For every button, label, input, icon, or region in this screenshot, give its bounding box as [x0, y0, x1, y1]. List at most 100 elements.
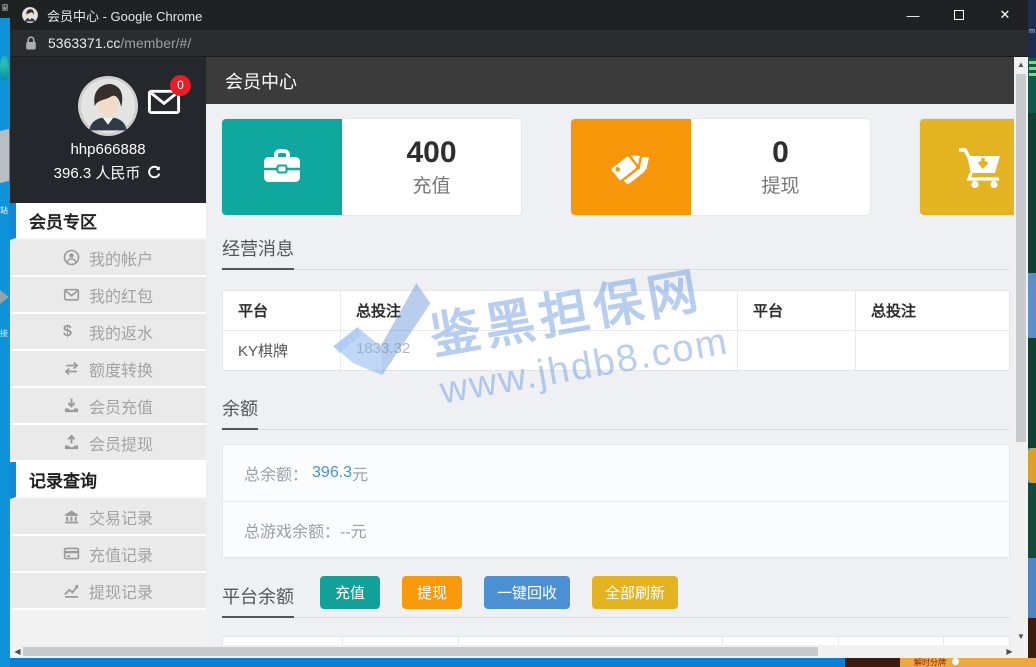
stat-card-deposit: 400 充值 — [222, 119, 521, 215]
deposit-icon — [63, 397, 80, 414]
background-window-right: m — [1028, 0, 1036, 667]
sidebar-item-label: 交易记录 — [89, 505, 153, 529]
balance-panel: 总余额： 396.3 元 总游戏余额： --元 — [222, 444, 1010, 558]
table-cell-total-bet: 1833.32 — [341, 331, 738, 370]
vertical-scrollbar-thumb[interactable] — [1016, 74, 1026, 442]
background-fragment — [1028, 618, 1036, 660]
lock-icon — [23, 35, 39, 51]
sidebar-item-label: 我的帐户 — [89, 246, 153, 270]
sidebar-item-deposit-records[interactable]: 充值记录 — [10, 536, 206, 573]
column-header: 总投注 — [341, 291, 738, 331]
withdraw-icon — [63, 434, 80, 451]
withdraw-button[interactable]: 提现 — [402, 576, 462, 609]
background-window-bottom: 解时分牌 — [10, 658, 1036, 667]
table-cell-total-bet — [856, 331, 1009, 370]
card-label: 充值 — [412, 171, 450, 198]
minimize-button[interactable]: — — [890, 0, 936, 30]
platform-actions: 充值 提现 一键回收 全部刷新 — [320, 576, 678, 617]
stat-cards: 400 充值 0 提现 — [222, 119, 1014, 215]
total-balance-suffix: 元 — [352, 461, 368, 485]
background-fragment — [1028, 58, 1036, 113]
browser-titlebar: 会员中心 - Google Chrome — ✕ — [10, 0, 1028, 30]
horizontal-scrollbar-thumb[interactable] — [23, 647, 818, 656]
page-title: 会员中心 — [225, 68, 297, 94]
mail-badge: 0 — [170, 75, 191, 96]
scroll-right-arrow[interactable]: ▶ — [1003, 645, 1016, 658]
section-balance: 余额 — [222, 395, 1010, 430]
sidebar-item-label: 我的红包 — [89, 283, 153, 307]
sidebar-item-withdraw-records[interactable]: 提现记录 — [10, 573, 206, 610]
background-fragment — [1028, 113, 1036, 273]
scroll-up-arrow[interactable]: ▲ — [1014, 58, 1028, 72]
platform-balance-table: 平台 余额 操作 平台 余额 操作 — [222, 636, 1010, 645]
stat-card-third — [920, 119, 1014, 215]
content-area: 400 充值 0 提现 — [206, 104, 1014, 645]
background-fragment-text: 接 — [0, 328, 8, 339]
sidebar-item-withdraw[interactable]: 会员提现 — [10, 425, 206, 462]
total-balance-value: 396.3 — [312, 464, 352, 482]
background-banner: 解时分牌 — [900, 658, 1036, 667]
background-fragment — [1028, 483, 1036, 558]
background-window-left: 窗 站 接 — [0, 0, 10, 667]
user-icon — [63, 249, 80, 266]
business-table: 平台 总投注 平台 总投注 KY棋牌 1833.32 — [222, 290, 1010, 371]
sidebar-item-transactions[interactable]: 交易记录 — [10, 499, 206, 536]
section-title: 经营消息 — [222, 235, 294, 270]
sidebar-item-label: 充值记录 — [89, 542, 153, 566]
sidebar-item-redpacket[interactable]: 我的红包 — [10, 277, 206, 314]
credit-card-icon — [63, 545, 80, 562]
section-platform-balance: 平台余额 充值 提现 一键回收 全部刷新 — [222, 576, 1010, 618]
game-balance-value: --元 — [340, 518, 367, 542]
background-fragment — [1028, 448, 1036, 483]
scroll-down-arrow[interactable]: ▼ — [1014, 630, 1028, 644]
background-fragment — [0, 129, 9, 183]
sidebar-item-deposit[interactable]: 会员充值 — [10, 388, 206, 425]
background-fragment — [1028, 558, 1036, 618]
exchange-icon — [63, 360, 80, 377]
background-fragment — [845, 658, 900, 667]
column-header: 操作 — [944, 637, 1009, 645]
sidebar: 0 hhp666888 396.3 人民币 会员专区 我的帐户 我的红包 — [10, 57, 206, 645]
card-body: 400 充值 — [342, 119, 521, 215]
card-body: 0 提现 — [691, 119, 870, 215]
wallet-balance: 396.3 人民币 — [54, 162, 141, 183]
card-icon-block — [571, 119, 691, 215]
vertical-scrollbar[interactable]: ▲ ▼ — [1014, 57, 1028, 645]
background-fragment — [1028, 273, 1036, 338]
tags-icon — [605, 141, 657, 193]
sidebar-section-member-zone: 会员专区 — [10, 203, 206, 240]
sidebar-item-transfer[interactable]: 额度转换 — [10, 351, 206, 388]
column-header: 平台 — [223, 637, 343, 645]
browser-urlbar[interactable]: 5363371.cc/member/#/ — [10, 30, 1028, 57]
table-cell-platform: KY棋牌 — [223, 331, 341, 370]
card-value: 0 — [772, 136, 789, 170]
background-fragment — [0, 55, 9, 81]
sidebar-item-label: 提现记录 — [89, 579, 153, 603]
deposit-button[interactable]: 充值 — [320, 576, 380, 609]
stat-card-withdraw: 0 提现 — [571, 119, 870, 215]
briefcase-icon — [256, 141, 308, 193]
envelope-icon — [63, 286, 80, 303]
maximize-button[interactable] — [936, 0, 982, 30]
table-cell-platform — [738, 331, 856, 370]
game-balance-label: 总游戏余额： — [244, 518, 340, 542]
avatar[interactable] — [78, 76, 138, 136]
sidebar-item-label: 我的返水 — [89, 320, 153, 344]
column-header: 余额 — [343, 637, 459, 645]
one-key-recycle-button[interactable]: 一键回收 — [484, 576, 570, 609]
sidebar-item-account[interactable]: 我的帐户 — [10, 240, 206, 277]
card-label: 提现 — [761, 171, 799, 198]
sidebar-item-rebate[interactable]: $ 我的返水 — [10, 314, 206, 351]
close-button[interactable]: ✕ — [982, 0, 1028, 30]
chart-line-icon — [63, 582, 80, 599]
refresh-all-button[interactable]: 全部刷新 — [592, 576, 678, 609]
url-text[interactable]: 5363371.cc/member/#/ — [48, 35, 191, 51]
main-panel: 会员中心 400 充值 — [206, 57, 1014, 645]
background-fragment-text: 窗 — [0, 0, 10, 18]
horizontal-scrollbar[interactable]: ◀ ▶ — [10, 645, 1028, 658]
url-path: /member/#/ — [120, 35, 191, 51]
refresh-icon[interactable] — [147, 165, 162, 180]
column-header: 总投注 — [856, 291, 1009, 331]
cart-arrow-down-icon — [954, 141, 1006, 193]
background-fragment-text: m — [1028, 0, 1036, 58]
